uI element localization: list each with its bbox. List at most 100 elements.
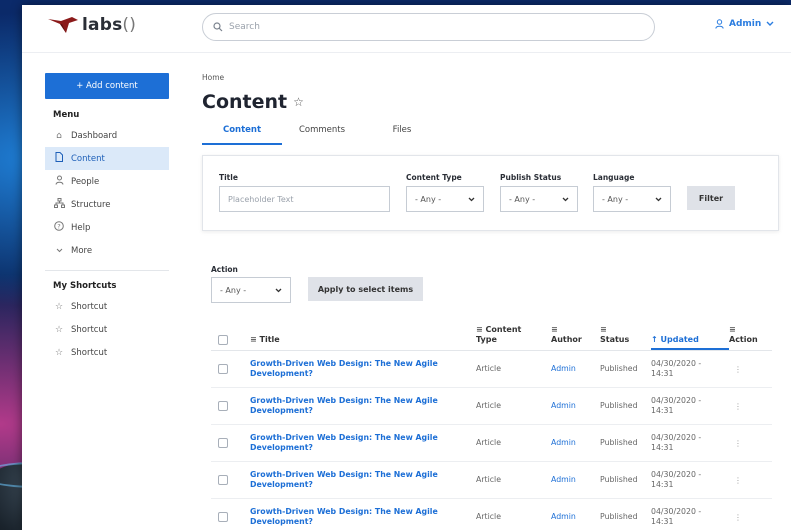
column-type-label-1: Content [485, 325, 522, 334]
row-checkbox[interactable] [218, 512, 228, 522]
row-action-menu-icon[interactable]: ⋮ [729, 439, 772, 448]
sidebar-shortcut[interactable]: ☆ Shortcut [45, 341, 169, 364]
action-select[interactable]: - Any - [211, 277, 291, 303]
sidebar-shortcut[interactable]: ☆ Shortcut [45, 295, 169, 318]
table-header: ≡ Title ≡ Content Type ≡ Author ≡ Status ↑ … [211, 323, 772, 351]
column-status[interactable]: ≡ Status [600, 325, 651, 350]
brand-logo[interactable]: labs() [48, 15, 136, 35]
content-title-link[interactable]: Growth-Driven Web Design: The New Agile D… [250, 359, 476, 379]
publish-status-label: Publish Status [500, 173, 562, 182]
tab-content[interactable]: Content [202, 125, 282, 145]
sidebar-item-label: Structure [71, 199, 111, 210]
updated-cell: 04/30/2020 -14:31 [651, 396, 702, 415]
sidebar-item-content[interactable]: Content [45, 147, 169, 170]
sidebar-item-label: Dashboard [71, 130, 118, 141]
author-link[interactable]: Admin [551, 475, 600, 485]
help-icon: ? [53, 221, 65, 234]
filter-button[interactable]: Filter [687, 186, 735, 210]
sidebar-divider [45, 270, 169, 271]
row-action-menu-icon[interactable]: ⋮ [729, 476, 772, 485]
column-action-label: Action [729, 335, 758, 344]
tab-files[interactable]: Files [362, 125, 442, 145]
row-checkbox-cell [211, 475, 250, 485]
column-title[interactable]: ≡ Title [250, 335, 476, 350]
svg-text:?: ? [57, 223, 60, 231]
column-updated-label: Updated [660, 335, 699, 344]
column-title-label: Title [259, 335, 280, 344]
sidebar-item-more[interactable]: More [45, 239, 169, 262]
content-title-link[interactable]: Growth-Driven Web Design: The New Agile D… [250, 396, 476, 416]
sidebar-item-structure[interactable]: Structure [45, 193, 169, 216]
main-content: Home Content ☆ Content Comments Files Ti… [202, 73, 779, 231]
row-checkbox[interactable] [218, 438, 228, 448]
sort-icon: ≡ [250, 335, 257, 344]
star-icon: ☆ [54, 347, 64, 358]
content-table: ≡ Title ≡ Content Type ≡ Author ≡ Status ↑ … [211, 323, 772, 530]
home-icon: ⌂ [56, 130, 62, 141]
column-content-type[interactable]: ≡ Content Type [476, 325, 551, 350]
sidebar-item-label: More [71, 245, 93, 256]
sidebar-item-dashboard[interactable]: ⌂ Dashboard [45, 124, 169, 147]
action-value: - Any - [220, 285, 247, 295]
column-type-label-2: Type [476, 335, 497, 344]
header-checkbox-cell [211, 335, 250, 350]
top-header: labs() Admin [22, 5, 791, 53]
user-menu[interactable]: Admin [715, 19, 774, 29]
row-checkbox[interactable] [218, 364, 228, 374]
column-author[interactable]: ≡ Author [551, 325, 600, 350]
author-link[interactable]: Admin [551, 364, 600, 374]
sidebar-item-label: People [71, 176, 100, 187]
action-label: Action [211, 265, 238, 274]
row-action-menu-icon[interactable]: ⋮ [729, 402, 772, 411]
sidebar-item-label: Help [71, 222, 91, 233]
add-content-button[interactable]: + Add content [45, 73, 169, 99]
row-checkbox[interactable] [218, 401, 228, 411]
content-type-cell: Article [476, 364, 502, 373]
table-row: Growth-Driven Web Design: The New Agile D… [211, 351, 772, 388]
user-name: Admin [729, 19, 762, 29]
content-type-select[interactable]: - Any - [406, 186, 484, 212]
column-updated[interactable]: ↑ Updated [651, 335, 729, 350]
chevron-down-icon [53, 246, 65, 256]
row-checkbox-cell [211, 512, 250, 522]
content-title-link[interactable]: Growth-Driven Web Design: The New Agile D… [250, 470, 476, 490]
row-action-menu-icon[interactable]: ⋮ [729, 513, 772, 522]
author-link[interactable]: Admin [551, 401, 600, 411]
document-icon [53, 152, 65, 165]
sidebar-item-label: Content [71, 153, 105, 164]
row-checkbox[interactable] [218, 475, 228, 485]
sidebar-shortcut[interactable]: ☆ Shortcut [45, 318, 169, 341]
author-link[interactable]: Admin [551, 438, 600, 448]
shortcuts-heading: My Shortcuts [53, 281, 117, 291]
publish-status-select[interactable]: - Any - [500, 186, 578, 212]
star-icon: ☆ [54, 324, 64, 335]
sort-icon: ≡ [600, 325, 607, 334]
title-filter-input[interactable]: Placeholder Text [219, 186, 390, 212]
content-title-link[interactable]: Growth-Driven Web Design: The New Agile D… [250, 507, 476, 527]
sort-icon: ≡ [551, 325, 558, 334]
content-type-cell: Article [476, 475, 502, 484]
sidebar-item-people[interactable]: People [45, 170, 169, 193]
updated-cell: 04/30/2020 -14:31 [651, 507, 702, 526]
select-all-checkbox[interactable] [218, 335, 228, 345]
language-select[interactable]: - Any - [593, 186, 671, 212]
breadcrumb[interactable]: Home [202, 73, 777, 82]
search-bar[interactable] [202, 13, 655, 41]
author-link[interactable]: Admin [551, 512, 600, 522]
content-type-cell: Article [476, 512, 502, 521]
table-row: Growth-Driven Web Design: The New Agile D… [211, 425, 772, 462]
search-input[interactable] [229, 22, 629, 32]
sort-icon: ≡ [476, 325, 483, 334]
updated-cell: 04/30/2020 -14:31 [651, 433, 702, 452]
tab-comments[interactable]: Comments [282, 125, 362, 145]
chevron-down-icon [562, 197, 569, 201]
content-title-link[interactable]: Growth-Driven Web Design: The New Agile D… [250, 433, 476, 453]
row-checkbox-cell [211, 364, 250, 374]
row-action-menu-icon[interactable]: ⋮ [729, 365, 772, 374]
labs-logo-icon [48, 17, 78, 33]
language-label: Language [593, 173, 635, 182]
person-icon [53, 175, 65, 188]
star-icon[interactable]: ☆ [293, 95, 304, 109]
sidebar-item-help[interactable]: ? Help [45, 216, 169, 239]
apply-button[interactable]: Apply to select items [308, 277, 423, 301]
